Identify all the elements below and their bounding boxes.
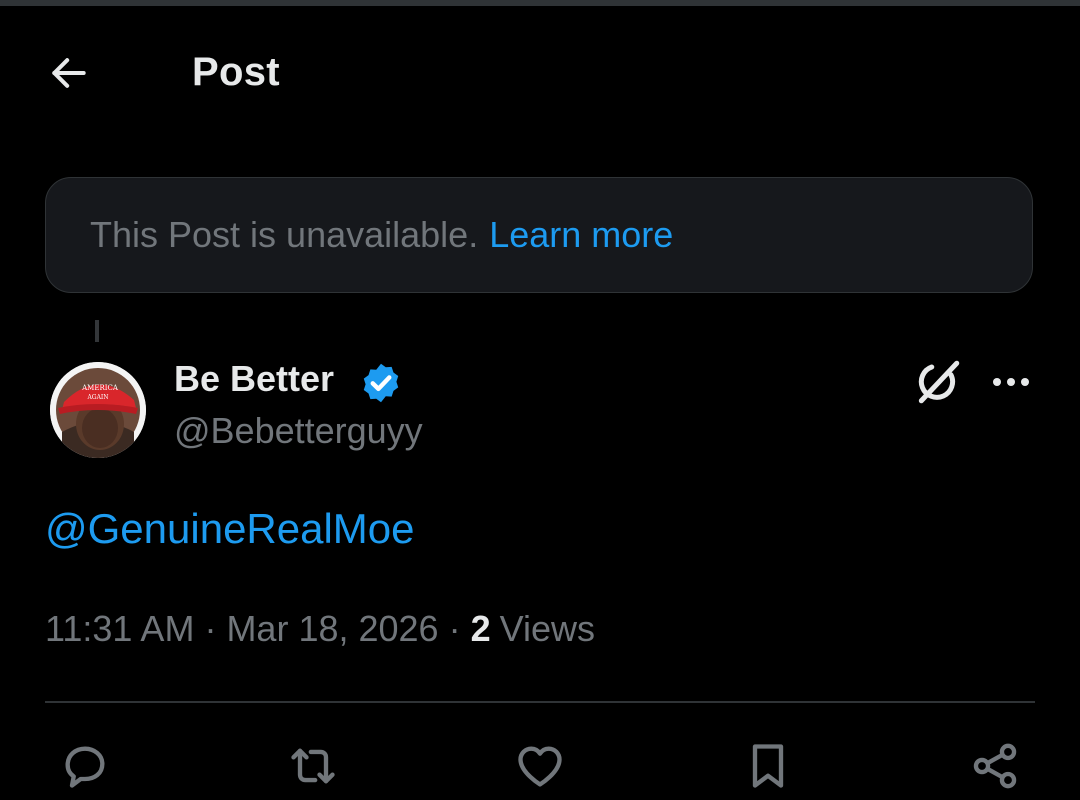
thread-connector-line [95,320,99,342]
share-button[interactable] [965,735,1025,800]
repost-arrows-icon [291,748,335,784]
views-count: 2 [470,608,491,649]
post-meta: 11:31 AM · Mar 18, 2026 · 2 Views [45,608,595,650]
back-button[interactable] [40,46,98,100]
post-text-mention[interactable]: @GenuineRealMoe [45,505,415,553]
learn-more-link[interactable]: Learn more [489,214,673,256]
post-date[interactable]: Mar 18, 2026 [226,608,438,649]
post-time[interactable]: 11:31 AM [45,608,194,649]
meta-divider [45,701,1035,703]
grok-slash-circle-icon [918,360,960,404]
notice-text: This Post is unavailable. [90,214,479,255]
bookmark-button[interactable] [738,735,798,800]
avatar[interactable]: AMERICA AGAIN [50,362,146,458]
avatar-red-cap-icon: AMERICA AGAIN [50,362,146,458]
meta-separator: · [204,608,217,649]
more-options-button[interactable] [988,362,1034,402]
grok-button[interactable] [912,356,964,408]
meta-separator: · [448,608,461,649]
svg-text:AGAIN: AGAIN [86,394,108,401]
speech-bubble-icon [65,746,105,788]
author-display-name[interactable]: Be Better [174,358,334,400]
top-divider [0,0,1080,6]
bookmark-icon [752,744,784,788]
more-dots-icon [993,378,1029,386]
views-label: Views [499,608,595,649]
top-bar: Post [0,40,1080,106]
heart-icon [518,746,562,787]
author-handle[interactable]: @Bebetterguyy [174,410,423,452]
svg-text:AMERICA: AMERICA [81,384,119,392]
unavailable-post-notice: This Post is unavailable. Learn more [45,177,1033,293]
arrow-left-icon [52,58,86,88]
page-title: Post [192,50,280,94]
verified-badge-icon [363,363,399,403]
action-bar [0,735,1080,800]
like-button[interactable] [510,735,570,800]
share-nodes-icon [973,743,1017,789]
repost-button[interactable] [283,735,343,800]
reply-button[interactable] [55,735,115,800]
